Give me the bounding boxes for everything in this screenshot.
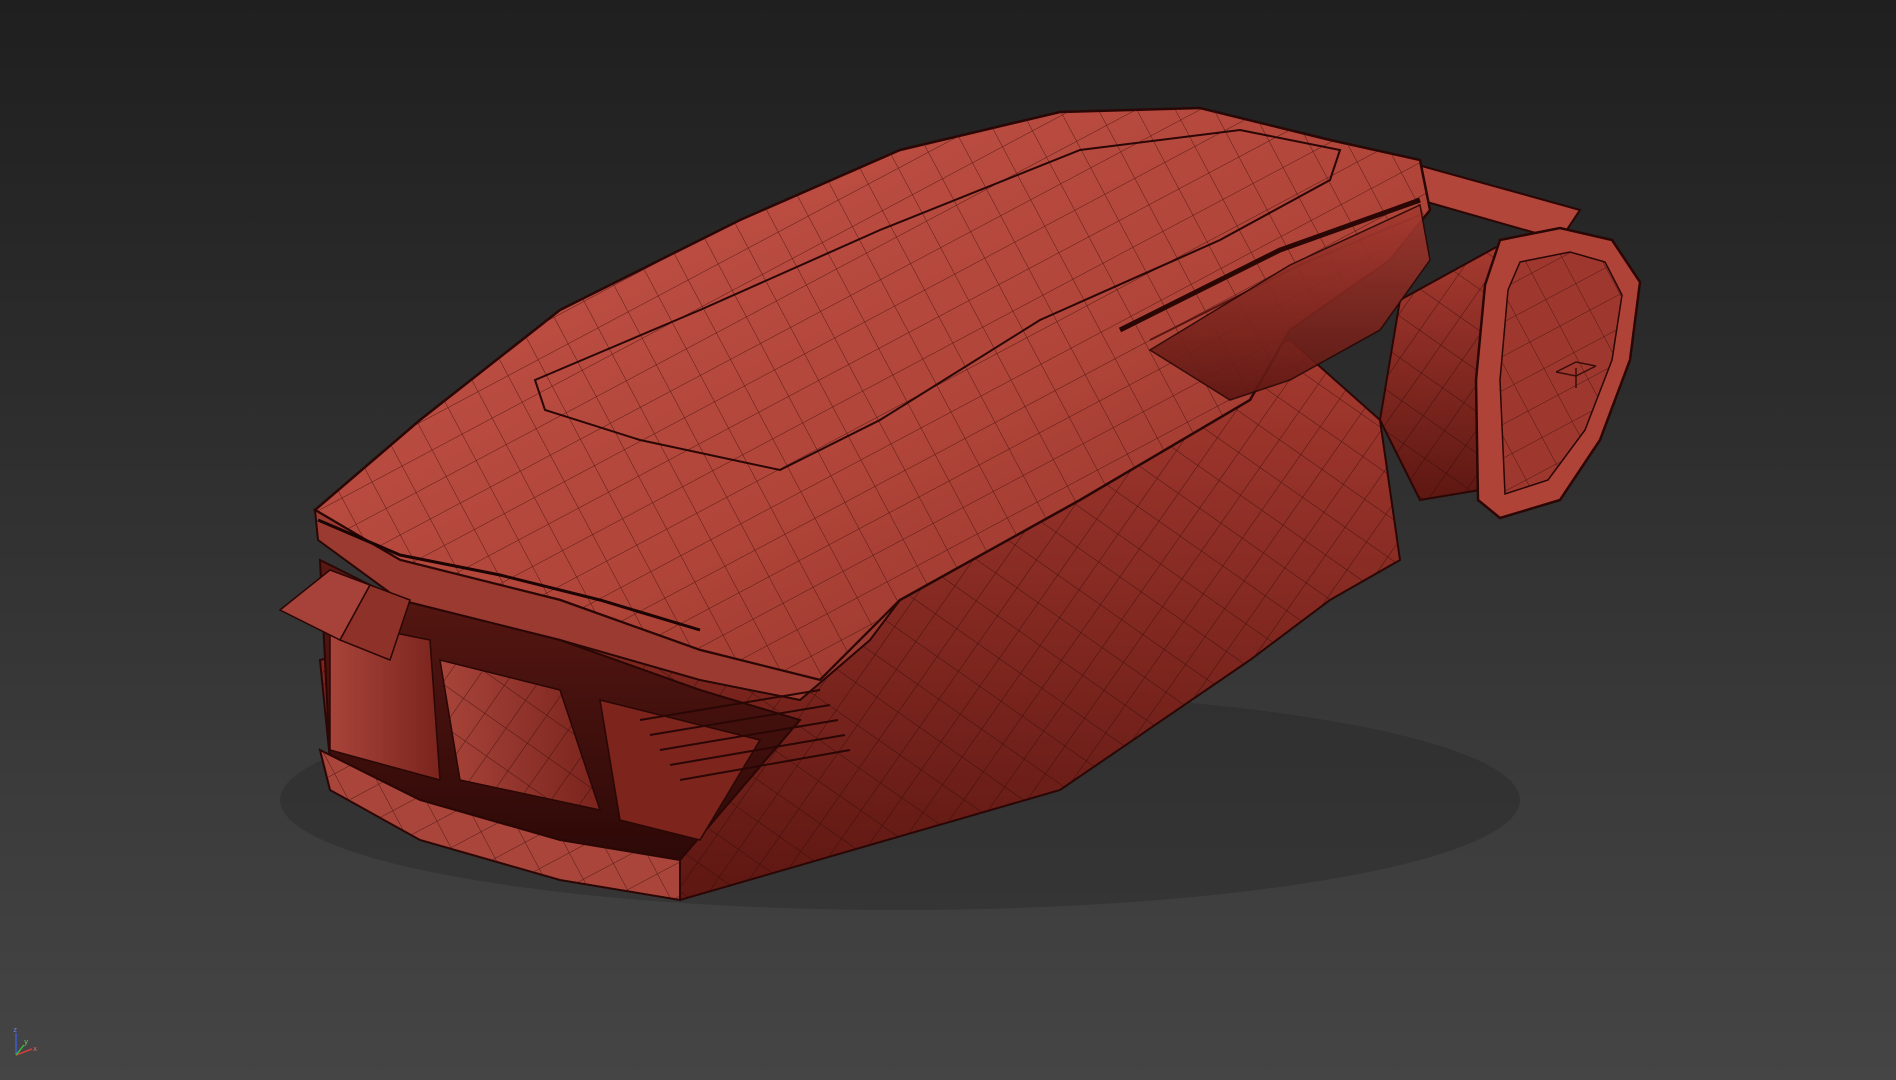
hover-vehicle-model[interactable] <box>0 0 1896 1080</box>
axis-gizmo: z x y <box>10 1025 38 1061</box>
rear-wheel-pod[interactable] <box>1474 226 1642 520</box>
x-axis-label: x <box>33 1045 37 1053</box>
z-axis-label: z <box>13 1026 17 1034</box>
y-axis-label: y <box>24 1038 28 1046</box>
perspective-viewport[interactable]: z x y <box>0 0 1896 1080</box>
